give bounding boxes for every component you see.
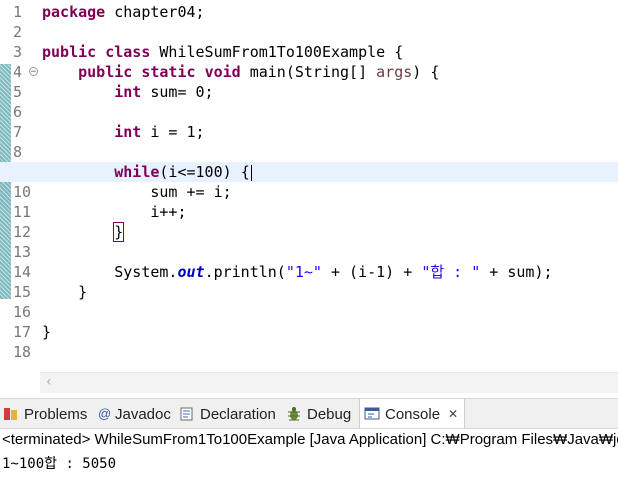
code-text: + (i-1) + [321, 263, 422, 281]
code-line[interactable]: package chapter04; [42, 2, 618, 22]
tab-label: Declaration [200, 405, 276, 423]
horizontal-scrollbar[interactable]: ‹ [40, 372, 618, 393]
code-line[interactable] [42, 142, 618, 162]
line-number-with-fold: 4− [11, 62, 39, 82]
code-text: chapter04; [105, 3, 205, 21]
tab-declaration[interactable]: Declaration [179, 399, 276, 429]
line-number: 11 [13, 203, 32, 221]
string-literal: "1~" [285, 263, 322, 281]
tab-problems[interactable]: Problems [3, 399, 87, 429]
line-number: 4 [13, 63, 23, 81]
line-number: 2 [13, 23, 23, 41]
code-line[interactable] [42, 102, 618, 122]
code-text: sum += i; [150, 183, 232, 201]
code-text: sum= 0; [141, 83, 214, 101]
keyword: while [114, 163, 160, 181]
static-field: out [177, 263, 205, 281]
keyword: int [114, 123, 142, 141]
line-number: 5 [13, 83, 23, 101]
code-line[interactable]: sum += i; [42, 182, 618, 202]
code-line[interactable]: System.out.println("1~" + (i-1) + "합 : "… [42, 262, 618, 282]
tab-label: Javadoc [115, 405, 171, 423]
code-text: + sum); [480, 263, 553, 281]
code-line[interactable] [42, 242, 618, 262]
code-text: ) { [412, 63, 440, 81]
tab-label: Problems [24, 405, 88, 423]
problems-icon [3, 406, 19, 422]
code-line[interactable]: public static void main(String[] args) { [42, 62, 618, 82]
tab-console[interactable]: Console ✕ [359, 399, 466, 429]
code-line[interactable]: } [42, 222, 618, 242]
keyword: package [42, 3, 106, 21]
console-output[interactable]: 1~100합 : 5050 [0, 450, 618, 500]
keyword: public [78, 63, 133, 81]
line-number: 3 [13, 43, 23, 61]
line-number: 10 [13, 183, 32, 201]
line-number: 6 [13, 103, 23, 121]
code-line[interactable]: public class WhileSumFrom1To100Example { [42, 42, 618, 62]
code-text: main(String[] [240, 63, 377, 81]
code-text: WhileSumFrom1To100Example { [150, 43, 404, 61]
fold-collapse-icon[interactable]: − [29, 67, 38, 77]
code-line[interactable] [42, 302, 618, 322]
view-tab-bar: Problems @ Javadoc Declaration Debug Con… [0, 398, 618, 429]
code-text: } [78, 283, 88, 301]
debug-icon [286, 406, 302, 422]
code-line[interactable]: } [42, 282, 618, 302]
code-text: .println( [204, 263, 286, 281]
line-number-ruler: 1 2 3 4− 5 6 7 8 9 10 11 12 13 14 15 16 … [11, 2, 39, 362]
current-code-line[interactable]: while(i<=100) { [0, 162, 618, 182]
bracket-match-highlight: } [113, 222, 125, 242]
line-number: 16 [13, 303, 32, 321]
keyword: class [105, 43, 151, 61]
line-number: 7 [13, 123, 23, 141]
code-line[interactable]: int i = 1; [42, 122, 618, 142]
text-caret [250, 164, 252, 181]
code-line[interactable] [42, 342, 618, 362]
line-number: 12 [13, 223, 32, 241]
console-output-line: 1~100합 : 5050 [2, 456, 117, 472]
code-line[interactable] [42, 22, 618, 42]
console-icon [364, 406, 380, 422]
scroll-left-arrow-icon[interactable]: ‹ [46, 374, 52, 390]
close-icon[interactable]: ✕ [448, 407, 458, 421]
code-line[interactable]: } [42, 322, 618, 342]
keyword: void [204, 63, 241, 81]
code-text: System. [114, 263, 178, 281]
keyword: public [42, 43, 97, 61]
code-line[interactable]: int sum= 0; [42, 82, 618, 102]
parameter: args [376, 63, 413, 81]
tab-label: Debug [307, 405, 352, 423]
scroll-corner [0, 372, 40, 392]
keyword: int [114, 83, 142, 101]
code-line[interactable]: i++; [42, 202, 618, 222]
line-number: 8 [13, 143, 23, 161]
console-status-line: <terminated> WhileSumFrom1To100Example [… [0, 428, 618, 450]
declaration-icon [179, 406, 195, 422]
code-text: i++; [150, 203, 187, 221]
line-number: 14 [13, 263, 32, 281]
line-number: 15 [13, 283, 32, 301]
keyword: static [141, 63, 196, 81]
javadoc-icon: @ [98, 406, 112, 421]
string-literal: "합 : " [421, 263, 481, 281]
line-number: 17 [13, 323, 32, 341]
code-text: (i<=100) [159, 163, 241, 181]
code-editor[interactable]: 1 2 3 4− 5 6 7 8 9 10 11 12 13 14 15 16 … [0, 0, 618, 372]
line-number: 13 [13, 243, 32, 261]
code-text: i = 1; [141, 123, 205, 141]
line-number: 1 [13, 3, 23, 21]
tab-debug[interactable]: Debug [286, 399, 351, 429]
code-text: } [42, 323, 52, 341]
line-number: 18 [13, 343, 32, 361]
code-text-area[interactable]: package chapter04; public class WhileSum… [0, 2, 618, 362]
tab-label: Console [385, 405, 441, 423]
tab-javadoc[interactable]: @ Javadoc [98, 399, 171, 429]
matching-brace: { [240, 163, 250, 181]
